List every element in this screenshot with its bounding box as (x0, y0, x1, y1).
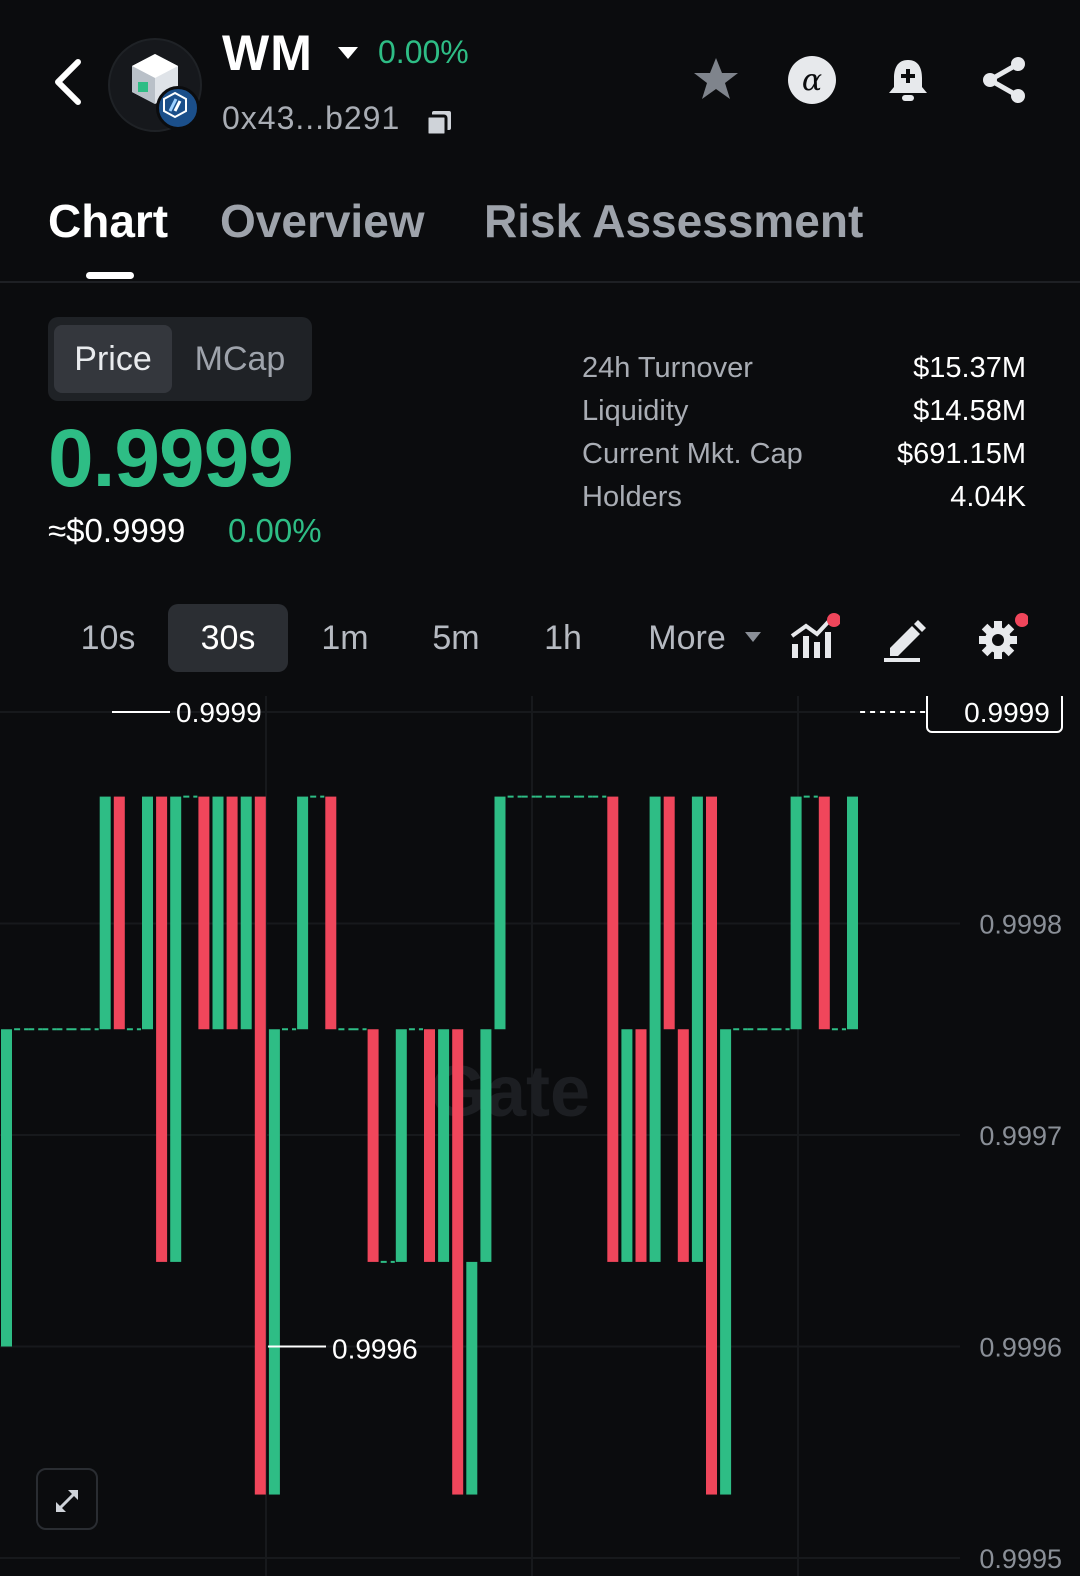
token-symbol[interactable]: WM (222, 24, 313, 82)
candle (621, 1029, 633, 1262)
last-price-label: 0.9999 (964, 697, 1050, 728)
candle (649, 796, 661, 1262)
settings-icon[interactable] (976, 612, 1028, 664)
candle (466, 1261, 478, 1495)
y-axis-tick-label: 0.9997 (979, 1121, 1062, 1151)
candle (452, 1029, 464, 1495)
candle (494, 796, 506, 1030)
stat-label-mkt-cap: Current Mkt. Cap (582, 438, 803, 470)
draw-icon[interactable] (880, 612, 932, 664)
candle (438, 1029, 450, 1262)
tab-risk-assessment[interactable]: Risk Assessment (484, 194, 863, 248)
candle (156, 796, 168, 1262)
candle (170, 796, 182, 1262)
candle (706, 796, 717, 1495)
tab-overview[interactable]: Overview (220, 194, 425, 248)
candlestick-chart[interactable]: Gate 0.99990.99980.99970.99960.9995 0.99… (0, 696, 1080, 1576)
back-icon[interactable] (48, 56, 88, 108)
candle (240, 796, 252, 1030)
tab-chart[interactable]: Chart (48, 194, 168, 248)
contract-address: 0x43...b291 (222, 100, 401, 136)
price-mcap-toggle: Price MCap (48, 317, 312, 401)
candle (325, 796, 337, 1030)
candle (607, 796, 619, 1262)
indicators-icon[interactable] (788, 612, 840, 664)
candle (677, 1029, 689, 1262)
tab-divider (0, 281, 1080, 283)
stat-label-liquidity: Liquidity (582, 395, 689, 427)
candle (790, 796, 802, 1030)
timeframe-10s[interactable]: 10s (58, 604, 158, 672)
svg-text:α: α (802, 63, 822, 98)
candle (691, 796, 703, 1262)
high-marker-label: 0.9999 (176, 697, 262, 728)
candle (1, 1029, 12, 1347)
timeframe-5m[interactable]: 5m (406, 604, 506, 672)
timeframe-1h[interactable]: 1h (522, 604, 604, 672)
current-price: 0.9999 (48, 413, 294, 504)
active-tab-indicator (86, 272, 134, 279)
timeframe-1m[interactable]: 1m (300, 604, 390, 672)
expand-icon (56, 1490, 78, 1512)
alpha-icon[interactable]: α (786, 54, 838, 106)
candle (297, 796, 309, 1030)
token-change: 0.00% (378, 34, 469, 70)
candle (480, 1029, 492, 1262)
y-axis-tick-label: 0.9998 (979, 910, 1062, 940)
toggle-price[interactable]: Price (54, 325, 172, 393)
candle (847, 796, 858, 1030)
y-axis-tick-label: 0.9996 (979, 1333, 1062, 1363)
arbitrum-badge (156, 86, 200, 130)
candle (212, 796, 224, 1030)
candle (720, 1029, 732, 1495)
candle (635, 1029, 647, 1262)
share-icon[interactable] (978, 54, 1030, 106)
chevron-down-icon[interactable] (744, 631, 762, 643)
y-axis-tick-label: 0.9995 (979, 1544, 1062, 1574)
candle (424, 1029, 435, 1262)
expand-chart-button[interactable] (36, 1468, 98, 1530)
stat-value-liquidity: $14.58M (913, 395, 1026, 427)
stat-value-turnover: $15.37M (913, 352, 1026, 384)
stat-value-holders: 4.04K (950, 481, 1026, 513)
stat-label-turnover: 24h Turnover (582, 352, 753, 384)
candle (395, 1029, 407, 1262)
timeframe-more[interactable]: More (634, 604, 740, 672)
price-usd: ≈$0.9999 (48, 512, 186, 549)
candle (663, 796, 675, 1030)
candle (198, 796, 210, 1030)
candle (268, 1029, 280, 1495)
copy-icon[interactable] (424, 108, 454, 138)
stat-label-holders: Holders (582, 481, 682, 513)
price-change: 0.00% (228, 512, 322, 549)
candle (818, 796, 830, 1030)
toggle-mcap[interactable]: MCap (176, 325, 304, 393)
stat-value-mkt-cap: $691.15M (897, 438, 1026, 470)
candle (226, 796, 238, 1030)
timeframe-30s[interactable]: 30s (168, 604, 288, 672)
candle (254, 796, 266, 1495)
candle (142, 796, 153, 1030)
low-marker-label: 0.9996 (332, 1334, 418, 1365)
candle (113, 796, 125, 1030)
chevron-down-icon[interactable] (336, 44, 360, 62)
candle (367, 1029, 379, 1262)
bell-plus-icon[interactable] (882, 54, 934, 106)
candle (99, 796, 111, 1030)
star-icon[interactable] (690, 54, 742, 106)
